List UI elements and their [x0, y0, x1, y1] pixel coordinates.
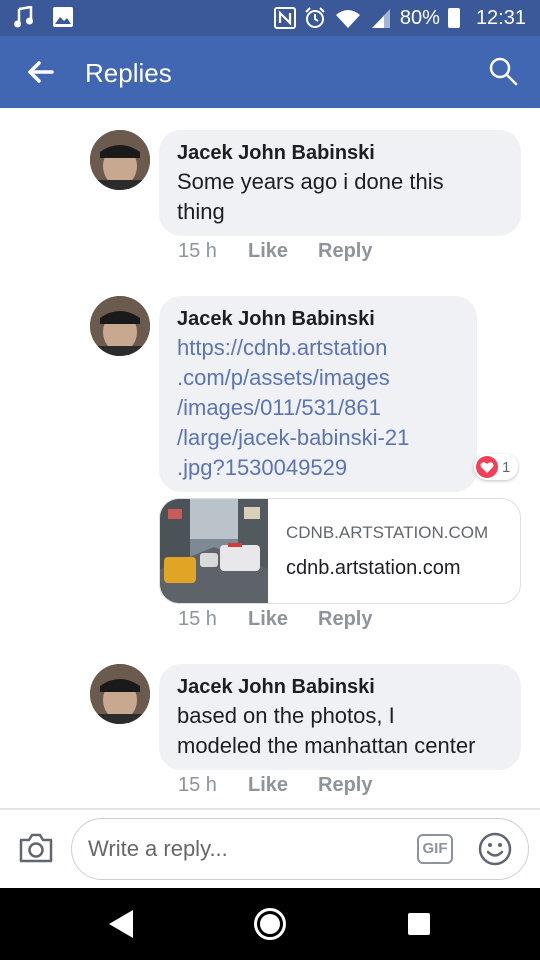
wifi-icon: [335, 10, 360, 28]
comment-author[interactable]: Jacek John Babinski: [177, 673, 503, 701]
signal-icon: [371, 9, 390, 28]
heart-icon: [476, 456, 498, 478]
nav-recents-icon[interactable]: [408, 913, 430, 935]
reaction-count: 1: [502, 458, 511, 476]
gif-button[interactable]: GIF: [417, 834, 453, 864]
link-title: cdnb.artstation.com: [286, 557, 461, 579]
reply-button[interactable]: Reply: [318, 240, 372, 263]
reply-button[interactable]: Reply: [318, 774, 372, 797]
comment-text: Some years ago i done this thing: [177, 169, 444, 224]
comment-time: 15 h: [178, 608, 217, 630]
like-button[interactable]: Like: [248, 240, 318, 263]
like-button[interactable]: Like: [248, 774, 318, 797]
like-button[interactable]: Like: [248, 608, 318, 631]
alarm-icon: [305, 7, 325, 28]
nav-back-icon[interactable]: [107, 908, 135, 940]
avatar[interactable]: [90, 130, 150, 190]
nav-home-icon[interactable]: [254, 908, 286, 940]
comment-actions: 15 h Like Reply: [178, 240, 372, 263]
arrow-left-icon[interactable]: [22, 54, 58, 90]
music-note-icon: [14, 6, 33, 28]
comment-time: 15 h: [178, 774, 217, 796]
battery-percent: 80%: [399, 7, 440, 29]
link-preview-card[interactable]: CDNB.ARTSTATION.COM cdnb.artstation.com: [159, 498, 521, 604]
emoji-icon[interactable]: [478, 832, 512, 866]
link-domain: CDNB.ARTSTATION.COM: [286, 523, 489, 542]
reply-button[interactable]: Reply: [318, 608, 372, 631]
comment-link[interactable]: https://cdnb.artstation .com/p/assets/im…: [177, 333, 459, 483]
comment-bubble: Jacek John Babinski https://cdnb.artstat…: [159, 296, 477, 492]
comment-actions: 15 h Like Reply: [178, 608, 372, 631]
clock: 12:31: [475, 7, 526, 29]
reply-input[interactable]: [71, 818, 529, 880]
image-icon: [53, 7, 73, 27]
comment-author[interactable]: Jacek John Babinski: [177, 139, 503, 167]
avatar[interactable]: [90, 664, 150, 724]
system-nav-bar: [0, 888, 540, 960]
battery-icon: [447, 8, 460, 28]
nfc-icon: [273, 7, 296, 29]
comment-bubble: Jacek John Babinski based on the photos,…: [159, 664, 521, 770]
app-bar: Replies: [0, 36, 540, 108]
link-thumbnail: [160, 499, 268, 603]
status-bar: 80% 12:31: [0, 0, 540, 36]
avatar[interactable]: [90, 296, 150, 356]
comment-actions: 15 h Like Reply: [178, 774, 372, 797]
comment-bubble: Jacek John Babinski Some years ago i don…: [159, 130, 521, 236]
reply-composer: GIF: [0, 810, 540, 888]
camera-icon[interactable]: [17, 830, 55, 866]
comment-author[interactable]: Jacek John Babinski: [177, 305, 459, 333]
comment-list: Jacek John Babinski Some years ago i don…: [0, 108, 540, 808]
comment-text: based on the photos, I modeled the manha…: [177, 703, 476, 758]
comment-time: 15 h: [178, 240, 217, 262]
reaction-summary[interactable]: 1: [474, 454, 519, 480]
page-title: Replies: [85, 58, 172, 88]
search-icon[interactable]: [488, 56, 518, 86]
